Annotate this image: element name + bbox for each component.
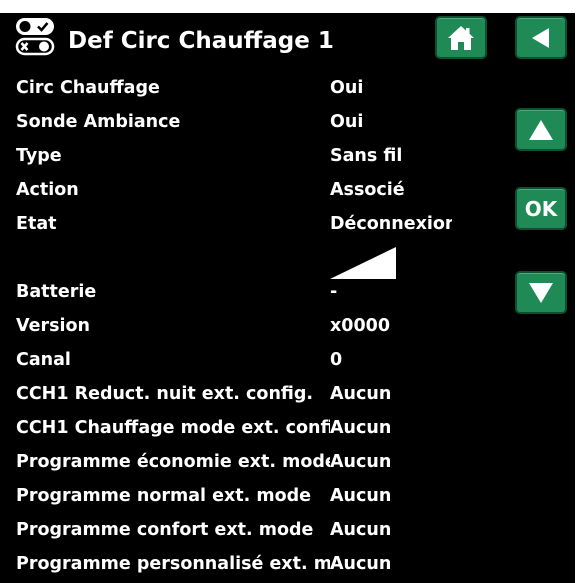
down-arrow-icon — [529, 282, 553, 303]
row-value: 0 — [330, 350, 343, 370]
row-label: Action — [16, 180, 79, 200]
row-value: Oui — [330, 78, 364, 98]
row-label: Programme économie ext. mode — [16, 452, 330, 472]
page-title: Def Circ Chauffage 1 — [68, 28, 334, 54]
row-label: Circ Chauffage — [16, 78, 160, 98]
row-label: CCH1 Reduct. nuit ext. config. — [16, 384, 314, 404]
up-button[interactable] — [515, 108, 567, 151]
list-item[interactable]: Circ Chauffage Oui — [16, 76, 516, 110]
list-item[interactable]: Programme personnalisé ext. mode Aucun — [16, 552, 516, 583]
list-item[interactable]: Programme confort ext. mode Aucun — [16, 518, 516, 552]
row-value: Aucun — [330, 554, 392, 574]
row-value: x0000 — [330, 316, 390, 336]
row-value: Aucun — [330, 486, 392, 506]
row-value: - — [330, 282, 338, 302]
list-item[interactable]: Programme normal ext. mode Aucun — [16, 484, 516, 518]
row-label: Programme confort ext. mode — [16, 520, 314, 540]
row-label: Type — [16, 146, 62, 166]
list-item[interactable]: Sonde Ambiance Oui — [16, 110, 516, 144]
list-item[interactable]: Action Associé — [16, 178, 516, 212]
row-value: Aucun — [330, 520, 392, 540]
row-label: Etat — [16, 214, 57, 234]
row-value: Associé — [330, 180, 405, 200]
row-value: Aucun — [330, 384, 392, 404]
list-item[interactable]: CCH1 Chauffage mode ext. config Aucun — [16, 416, 516, 450]
back-button[interactable] — [515, 16, 567, 59]
screen: Def Circ Chauffage 1 OK Circ Chauffage O… — [0, 13, 575, 583]
row-value: Sans fil — [330, 146, 403, 166]
row-value: Déconnexion — [330, 214, 452, 234]
signal-strength-icon — [330, 247, 396, 279]
list-item[interactable]: CCH1 Reduct. nuit ext. config. Aucun — [16, 382, 516, 416]
row-value: Oui — [330, 112, 364, 132]
list-item[interactable]: Type Sans fil — [16, 144, 516, 178]
list-item[interactable]: Version x0000 — [16, 314, 516, 348]
row-value: Aucun — [330, 452, 392, 472]
home-button[interactable] — [435, 16, 487, 59]
circuit-toggle-icon — [15, 18, 55, 56]
list-item[interactable]: Canal 0 — [16, 348, 516, 382]
row-value: Aucun — [330, 418, 392, 438]
row-label: Programme normal ext. mode — [16, 486, 312, 506]
row-label: CCH1 Chauffage mode ext. config — [16, 418, 330, 438]
home-icon — [448, 25, 474, 50]
row-label: Version — [16, 316, 90, 336]
row-label: Programme personnalisé ext. mode — [16, 554, 330, 574]
row-label: Sonde Ambiance — [16, 112, 181, 132]
list-item — [16, 246, 516, 280]
row-label: Batterie — [16, 282, 97, 302]
list-item[interactable]: Programme économie ext. mode Aucun — [16, 450, 516, 484]
ok-button[interactable]: OK — [515, 187, 567, 230]
down-button[interactable] — [515, 271, 567, 314]
up-arrow-icon — [529, 119, 553, 140]
back-arrow-icon — [532, 27, 549, 48]
row-label: Canal — [16, 350, 71, 370]
ok-label: OK — [524, 196, 558, 221]
list-item[interactable]: Batterie - — [16, 280, 516, 314]
list-item[interactable]: Etat Déconnexion — [16, 212, 516, 246]
